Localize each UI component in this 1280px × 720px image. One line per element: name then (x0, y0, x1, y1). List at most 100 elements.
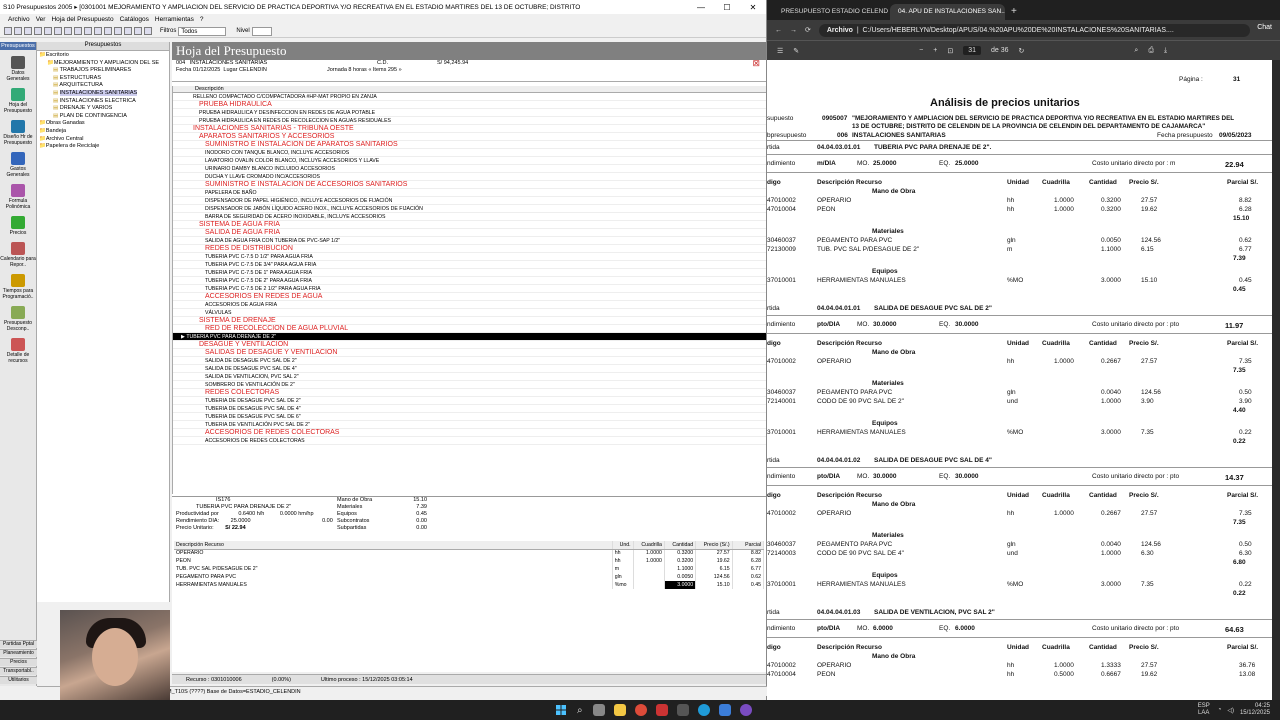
start-icon[interactable] (555, 704, 567, 716)
budget-row[interactable]: TUBERIA PVC C-7.5 DE 2" PARA AGUA FRIA (173, 277, 766, 285)
resource-row[interactable]: TUB. PVC SAL P/DESAGUE DE 2" m 1.1000 6.15 6… (174, 565, 765, 573)
insert-icon[interactable] (74, 27, 82, 35)
chat-button[interactable]: Chat (1257, 24, 1272, 31)
calc-icon[interactable] (94, 27, 102, 35)
budget-grid[interactable]: Descripción RELLENO COMPACTADO C/COMPACT… (172, 86, 766, 494)
menu-item-5[interactable]: ? (200, 16, 204, 23)
rend-value[interactable]: 25.0000 (231, 518, 251, 524)
resource-cell[interactable]: 0.3200 (664, 557, 697, 565)
menu-item-3[interactable]: Catálogos (120, 16, 149, 23)
zoom-icon[interactable] (144, 27, 152, 35)
budget-row[interactable]: SALIDA DE AGUA FRIA (173, 229, 766, 237)
budget-row[interactable]: TUBERIA DE DESAGUE PVC SAL DE 6" (173, 413, 766, 421)
menu-item-0[interactable]: Archivo (8, 16, 30, 23)
minimize-icon[interactable]: — (688, 3, 714, 12)
new-icon[interactable] (4, 27, 12, 35)
resource-row[interactable]: PEON hh 1.0000 0.3200 19.62 6.28 (174, 557, 765, 565)
budget-row[interactable]: INODORO CON TANQUE BLANCO, INCLUYE ACCES… (173, 149, 766, 157)
resource-cell[interactable]: 0.3200 (664, 549, 697, 557)
nav-item-4[interactable]: Formula Polinómica (0, 184, 36, 210)
budget-row[interactable]: ACCESORIOS DE REDES COLECTORAS (173, 437, 766, 445)
zoom-in-icon[interactable]: + (933, 47, 937, 54)
budget-row[interactable]: SUMINISTRO E INSTALACION DE ACCESORIOS S… (173, 181, 766, 189)
print-pdf-icon[interactable]: ⎙ (1148, 47, 1154, 55)
nav-item-9[interactable]: Detalle de recursos (0, 338, 36, 364)
save-icon[interactable] (24, 27, 32, 35)
budget-row[interactable]: SALIDA DE DESAGUE PVC SAL DE 4" (173, 365, 766, 373)
nav-bottom-3[interactable]: Transportabl.. (0, 667, 37, 675)
nav-bottom-1[interactable]: Planeamiento (0, 649, 37, 657)
budget-row[interactable]: SALIDA DE VENTILACION, PVC SAL 2" (173, 373, 766, 381)
forward-icon[interactable]: → (790, 27, 797, 34)
tree-node[interactable]: ▤ ARQUITECTURA (39, 82, 167, 90)
open-icon[interactable] (14, 27, 22, 35)
menu-icon[interactable]: ☰ (777, 47, 783, 55)
budget-row[interactable]: ACCESORIOS EN REDES DE AGUA (173, 293, 766, 301)
budget-row[interactable]: URINARIO DAMBY BLANCO INCLUIDO ACCESORIO… (173, 165, 766, 173)
url-field[interactable]: Archivo | C:/Users/HEBERLYN/Desktop/APUS… (818, 23, 1250, 37)
budget-row[interactable]: DUCHA Y LLAVE CROMADO INC/ACCESORIOS (173, 173, 766, 181)
sum-icon[interactable] (104, 27, 112, 35)
budget-row[interactable]: SISTEMA DE AGUA FRIA (173, 221, 766, 229)
budget-row[interactable]: TUBERIA PVC C-7.5 DE 2 1/2" PARA AGUA FR… (173, 285, 766, 293)
budget-row[interactable]: PAPELERA DE BAÑO (173, 189, 766, 197)
back-icon[interactable]: ← (775, 27, 782, 34)
copy-icon[interactable] (54, 27, 62, 35)
paste-icon[interactable] (64, 27, 72, 35)
nav-item-5[interactable]: Precios (0, 216, 36, 236)
language-indicator[interactable]: ESP LAA (1198, 703, 1210, 717)
budget-row[interactable]: INSTALACIONES SANITARIAS - TRIBUNA OESTE (173, 125, 766, 133)
sort-icon[interactable] (134, 27, 142, 35)
discord-icon[interactable] (739, 704, 752, 716)
budget-row[interactable]: DISPENSADOR DE JABÓN LÍQUIDO ACERO INOX.… (173, 205, 766, 213)
resource-row[interactable]: HERRAMIENTAS MANUALES %mo 3.0000 15.10 0.45 (174, 581, 765, 589)
nav-bottom-0[interactable]: Partidas Pptal (0, 640, 37, 648)
budget-row[interactable]: LAVATORIO OVALIN COLOR BLANCO, INCLUYE A… (173, 157, 766, 165)
budget-row[interactable]: VÁLVULAS (173, 309, 766, 317)
budget-row[interactable]: BARRA DE SEGURIDAD DE ACERO INOXIDABLE, … (173, 213, 766, 221)
tab-apu[interactable]: 04. APU DE INSTALACIONES SAN... (890, 4, 1005, 20)
tree-node[interactable]: 📁Archivo Central (39, 136, 167, 144)
nav-bottom-4[interactable]: Utilitarios (0, 676, 37, 684)
budget-row[interactable]: APARATOS SANITARIOS Y ACCESORIOS (173, 133, 766, 141)
budget-row[interactable]: SUMINISTRO E INSTALACION DE APARATOS SAN… (173, 141, 766, 149)
tree-node[interactable]: 📁Bandeja (39, 128, 167, 136)
budget-row[interactable]: SALIDA DE DESAGUE PVC SAL DE 2" (173, 357, 766, 365)
app-icon[interactable] (718, 704, 731, 716)
budget-row[interactable]: TUBERIA DE DESAGUE PVC SAL DE 2" (173, 397, 766, 405)
tree-node[interactable]: 📁Escritorio (39, 52, 167, 60)
filter-icon[interactable] (124, 27, 132, 35)
zoom-out-icon[interactable]: − (919, 47, 923, 54)
tree-node[interactable]: ▤ TRABAJOS PRELIMINARES (39, 67, 167, 75)
file-explorer-icon[interactable] (613, 704, 626, 716)
tree-node[interactable]: 📁MEJORAMIENTO Y AMPLIACION DEL SE (39, 60, 167, 68)
menu-item-1[interactable]: Ver (36, 16, 46, 23)
resource-cell[interactable]: 0.0050 (664, 573, 697, 581)
nav-item-1[interactable]: Hoja del Presupuesto (0, 88, 36, 114)
budget-row[interactable]: SALIDAS DE DESAGUE Y VENTILACION (173, 349, 766, 357)
chrome-icon[interactable] (634, 704, 647, 716)
tree-node[interactable]: ▤ ESTRUCTURAS (39, 75, 167, 83)
resource-cell[interactable]: 3.0000 (664, 581, 697, 589)
budget-row[interactable]: PRUEBA HIDRAULICA Y DESINFECCION EN REDE… (173, 109, 766, 117)
search-icon[interactable]: ⌕ (1134, 47, 1138, 55)
clock[interactable]: 04:25 15/12/2025 (1240, 703, 1270, 717)
budget-row[interactable]: SALIDA DE AGUA FRIA CON TUBERIA DE PVC-S… (173, 237, 766, 245)
resource-row[interactable]: PEGAMENTO PARA PVC gln 0.0050 124.56 0.62 (174, 573, 765, 581)
budget-row[interactable]: RED DE RECOLECCIÓN DE AGUA PLUVIAL (173, 325, 766, 333)
save-pdf-icon[interactable]: ⤓ (1164, 47, 1167, 55)
budget-row[interactable]: TUBERIA DE VENTILACIÓN PVC SAL DE 2" (173, 421, 766, 429)
nav-bottom-2[interactable]: Precios (0, 658, 37, 666)
task-view-icon[interactable] (592, 704, 605, 716)
nav-item-0[interactable]: Datos Generales (0, 56, 36, 82)
print-icon[interactable] (34, 27, 42, 35)
tree-node[interactable]: 📁Papelera de Reciclaje (39, 143, 167, 151)
tree-node[interactable]: ▤ INSTALACIONES ELECTRICA (39, 98, 167, 106)
nav-item-6[interactable]: Calendario para Repor.. (0, 242, 36, 268)
page-number-input[interactable]: 31 (963, 46, 982, 55)
budget-row[interactable]: PRUEBA HIDRAULICA EN REDES DE RECOLECCIO… (173, 117, 766, 125)
resource-cell[interactable]: 1.1000 (664, 565, 697, 573)
delete-icon[interactable] (84, 27, 92, 35)
budget-row[interactable]: TUBERIA PVC C-7.5 D 1/2" PARA AGUA FRIA (173, 253, 766, 261)
budget-row[interactable]: DESAGUE Y VENTILACION (173, 341, 766, 349)
